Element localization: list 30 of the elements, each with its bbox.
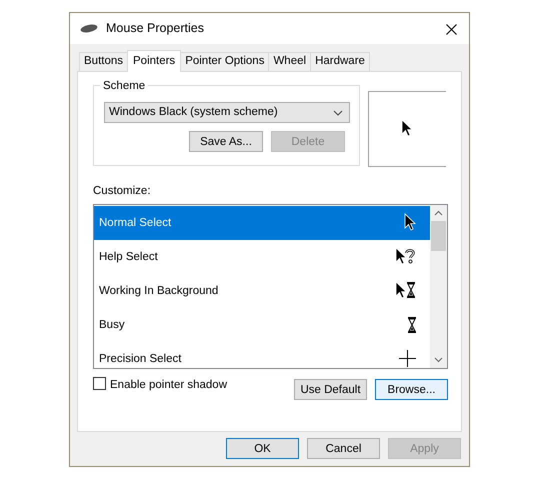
scrollbar[interactable]	[430, 205, 447, 368]
window-title: Mouse Properties	[106, 20, 205, 38]
button[interactable]: Browse...	[375, 379, 448, 400]
hourglass-icon	[408, 316, 416, 333]
chevron-down-icon	[333, 110, 343, 116]
customize-label: Customize:	[93, 184, 152, 199]
list-item[interactable]: Precision Select	[94, 342, 430, 368]
chevron-up-icon	[434, 210, 443, 216]
close-icon	[446, 24, 457, 36]
button[interactable]: Save As...	[189, 131, 263, 152]
tab[interactable]: Pointers	[127, 50, 182, 72]
mouse-icon	[80, 24, 98, 33]
tab[interactable]: Buttons	[79, 52, 128, 71]
shadow-checkbox[interactable]: Enable pointer shadow	[93, 377, 227, 400]
arrow-cursor-icon	[405, 214, 416, 232]
button[interactable]: OK	[226, 438, 299, 459]
arrow-cursor-icon	[402, 120, 413, 138]
button[interactable]: Use Default	[294, 379, 367, 400]
scrollbar-thumb[interactable]	[431, 221, 446, 252]
crosshair-icon	[399, 350, 416, 368]
list-item[interactable]: Working In Background	[94, 274, 430, 308]
arrow-hourglass-icon	[396, 282, 416, 300]
scheme-dropdown[interactable]: Windows Black (system scheme)	[104, 102, 350, 123]
tab[interactable]: Hardware	[310, 52, 370, 71]
button[interactable]: Cancel	[307, 438, 380, 459]
list-item[interactable]: Normal Select	[94, 206, 430, 240]
help-cursor-icon	[396, 248, 416, 266]
list-item[interactable]: Help Select	[94, 240, 430, 274]
list-item[interactable]: Busy	[94, 308, 430, 342]
chevron-down-icon	[434, 357, 443, 364]
